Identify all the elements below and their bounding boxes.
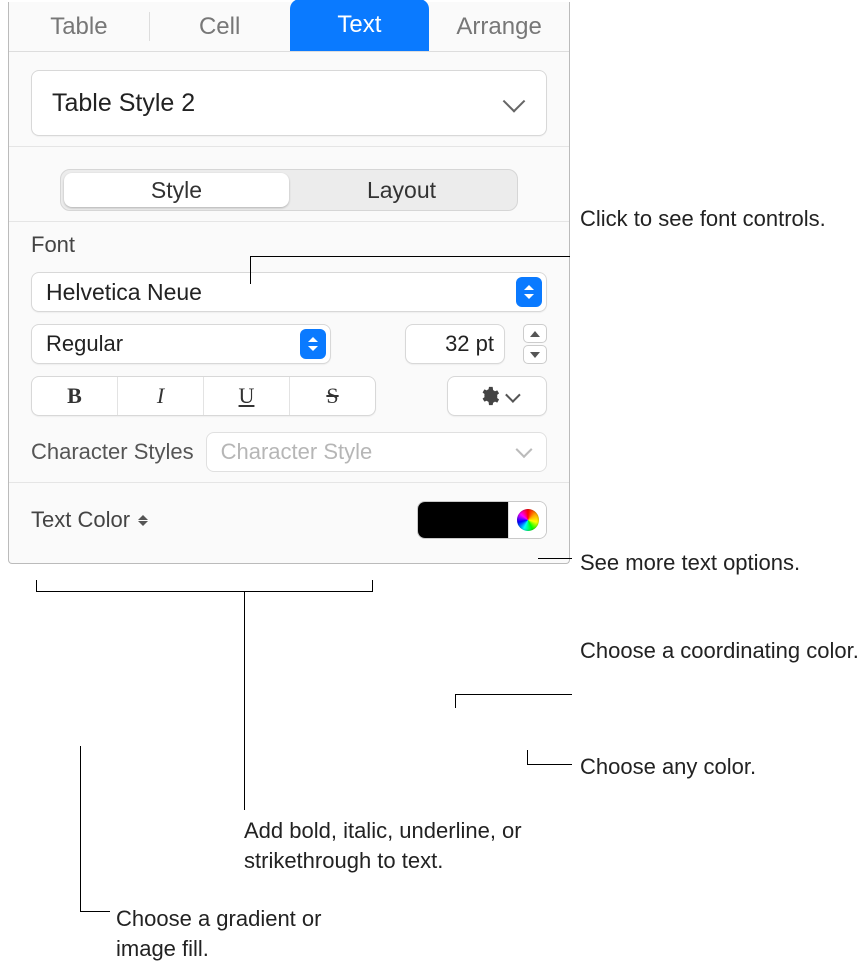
leader-line [244, 592, 245, 810]
callout-coord-color: Choose a coordinating color. [580, 636, 859, 666]
leader-line [80, 746, 81, 911]
tab-arrange[interactable]: Arrange [429, 2, 569, 51]
updown-icon [138, 515, 148, 526]
updown-icon [516, 277, 542, 307]
gear-icon [478, 385, 500, 407]
font-section-label: Font [31, 232, 547, 258]
font-size-value: 32 pt [445, 331, 494, 357]
text-color-well-group [417, 501, 547, 539]
updown-icon [300, 329, 326, 359]
bracket-line [36, 580, 373, 592]
character-styles-label: Character Styles [31, 439, 194, 465]
leader-line [250, 256, 570, 257]
color-wheel-button[interactable] [508, 502, 546, 538]
tab-cell[interactable]: Cell [150, 2, 290, 51]
callout-textcolor: Choose a gradient or image fill. [116, 904, 376, 963]
leader-line [455, 694, 456, 708]
leader-line [527, 750, 528, 764]
panel-body: Table Style 2 Style Layout Font Helvetic… [9, 52, 569, 563]
font-family-value: Helvetica Neue [46, 279, 202, 306]
color-swatch-button[interactable] [418, 502, 508, 538]
callout-style: Click to see font controls. [580, 204, 826, 234]
stepper-up-icon[interactable] [523, 324, 547, 343]
style-layout-segment: Style Layout [60, 169, 518, 211]
font-family-select[interactable]: Helvetica Neue [31, 272, 547, 312]
inspector-tabs: Table Cell Text Arrange [9, 2, 569, 52]
divider [9, 146, 569, 147]
stepper-down-icon[interactable] [523, 345, 547, 364]
chevron-down-icon [506, 98, 524, 109]
segment-style[interactable]: Style [64, 173, 289, 207]
text-color-label: Text Color [31, 507, 130, 533]
color-wheel-icon [517, 509, 539, 531]
strikethrough-button[interactable]: S [290, 377, 375, 415]
callout-bius: Add bold, italic, underline, or striketh… [244, 816, 574, 875]
divider [9, 482, 569, 483]
segment-layout[interactable]: Layout [289, 173, 514, 207]
callout-gear: See more text options. [580, 548, 800, 578]
bold-button[interactable]: B [32, 377, 118, 415]
text-style-group: B I U S [31, 376, 376, 416]
callout-any-color: Choose any color. [580, 752, 756, 782]
paragraph-style-select[interactable]: Table Style 2 [31, 70, 547, 136]
leader-line [538, 558, 572, 559]
leader-line [80, 911, 110, 912]
font-style-select[interactable]: Regular [31, 324, 331, 364]
italic-button[interactable]: I [118, 377, 204, 415]
text-color-popup[interactable]: Text Color [31, 507, 148, 533]
font-style-value: Regular [46, 331, 123, 357]
tab-text[interactable]: Text [290, 0, 430, 51]
character-style-select[interactable]: Character Style [206, 432, 547, 472]
font-size-field[interactable]: 32 pt [405, 324, 505, 364]
character-style-placeholder: Character Style [221, 439, 373, 465]
inspector-panel: Table Cell Text Arrange Table Style 2 St… [8, 2, 570, 564]
paragraph-style-value: Table Style 2 [52, 89, 195, 118]
leader-line [527, 764, 572, 765]
leader-line [455, 694, 572, 695]
underline-button[interactable]: U [204, 377, 290, 415]
tab-table[interactable]: Table [9, 2, 149, 51]
divider [9, 221, 569, 222]
advanced-text-options-button[interactable] [447, 376, 547, 416]
leader-line [250, 256, 251, 284]
font-size-stepper[interactable] [523, 324, 547, 364]
chevron-down-icon [506, 391, 517, 402]
